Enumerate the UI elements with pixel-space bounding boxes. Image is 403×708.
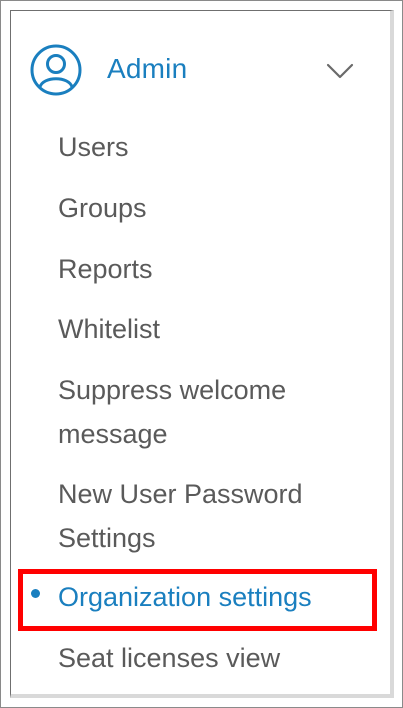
admin-section-title: Admin [107, 53, 188, 84]
menu-item-label-line1: Suppress welcome [58, 375, 287, 405]
highlight-annotation-box [18, 569, 377, 631]
menu-item-whitelist[interactable]: Whitelist [58, 307, 358, 351]
menu-item-groups[interactable]: Groups [58, 186, 358, 230]
menu-item-label: Whitelist [58, 314, 161, 344]
menu-item-new-user-password-settings[interactable]: New User Password Settings [58, 472, 358, 560]
menu-item-reports[interactable]: Reports [58, 247, 358, 291]
menu-item-label: Reports [58, 254, 153, 284]
menu-item-label: Users [58, 132, 129, 162]
user-circle-icon [30, 44, 82, 96]
menu-item-label: Seat licenses view [58, 643, 281, 673]
menu-item-suppress-welcome-message[interactable]: Suppress welcome message [58, 368, 358, 456]
admin-section-header[interactable]: Admin [19, 31, 375, 107]
chevron-down-icon[interactable] [325, 55, 355, 85]
menu-item-seat-licenses-view[interactable]: Seat licenses view [58, 636, 358, 680]
menu-item-users[interactable]: Users [58, 125, 358, 169]
menu-item-label: Groups [58, 193, 147, 223]
menu-item-label-line1: New User Password [58, 479, 303, 509]
menu-item-label-line2: message [58, 419, 168, 449]
menu-item-label-line2: Settings [58, 523, 156, 553]
